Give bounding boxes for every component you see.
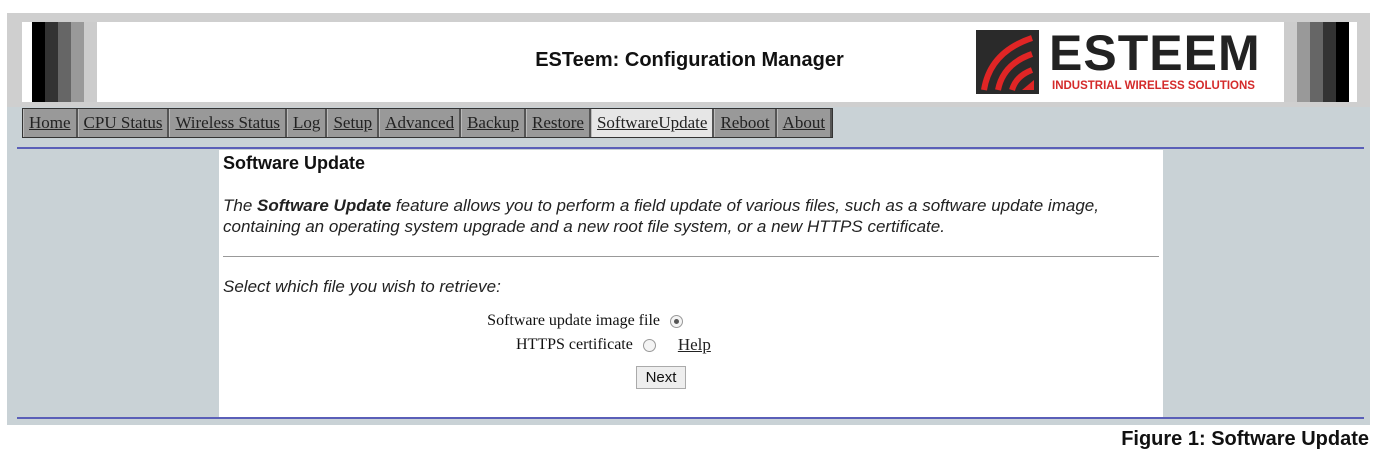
header: ESTeem: Configuration Manager ESTEEM IND… — [22, 22, 1357, 102]
option-https-certificate[interactable]: HTTPS certificate Help — [516, 335, 711, 355]
logo-word: ESTEEM — [1049, 25, 1261, 81]
figure-caption: Figure 1: Software Update — [1121, 428, 1369, 450]
divider-bottom — [17, 417, 1364, 419]
nav-reboot[interactable]: Reboot — [714, 109, 777, 137]
section-heading: Software Update — [223, 153, 366, 173]
content-panel: Software Update The Software Update feat… — [219, 150, 1163, 417]
nav-software-update[interactable]: SoftwareUpdate — [590, 109, 715, 137]
nav-setup[interactable]: Setup — [327, 109, 380, 137]
nav-advanced[interactable]: Advanced — [379, 109, 462, 137]
nav-restore[interactable]: Restore — [526, 109, 591, 137]
nav-bar: Home CPU Status Wireless Status Log Setu… — [22, 108, 834, 138]
option-software-image[interactable]: Software update image file — [487, 312, 683, 330]
prompt-text: Select which file you wish to retrieve: — [223, 277, 501, 296]
option-label: HTTPS certificate — [516, 336, 633, 353]
decorative-bars-right — [1284, 22, 1349, 102]
esteem-logo: ESTEEM INDUSTRIAL WIRELESS SOLUTIONS — [976, 25, 1264, 96]
next-button[interactable]: Next — [636, 366, 686, 389]
logo-tagline: INDUSTRIAL WIRELESS SOLUTIONS — [1052, 80, 1255, 92]
nav-cpu-status[interactable]: CPU Status — [77, 109, 170, 137]
separator — [223, 256, 1159, 257]
radio-software-image[interactable] — [670, 314, 683, 328]
divider-top — [17, 147, 1364, 149]
nav-about[interactable]: About — [776, 109, 833, 137]
wireless-signal-icon — [976, 30, 1039, 94]
nav-wireless-status[interactable]: Wireless Status — [169, 109, 288, 137]
nav-home[interactable]: Home — [23, 109, 78, 137]
nav-backup[interactable]: Backup — [461, 109, 527, 137]
option-label: Software update image file — [487, 312, 660, 329]
desc-text: The — [223, 196, 258, 215]
help-link[interactable]: Help — [678, 335, 711, 355]
nav-log[interactable]: Log — [287, 109, 328, 137]
description: The Software Update feature allows you t… — [223, 195, 1143, 237]
desc-bold: Software Update — [257, 196, 392, 215]
radio-https-certificate[interactable] — [642, 338, 656, 352]
